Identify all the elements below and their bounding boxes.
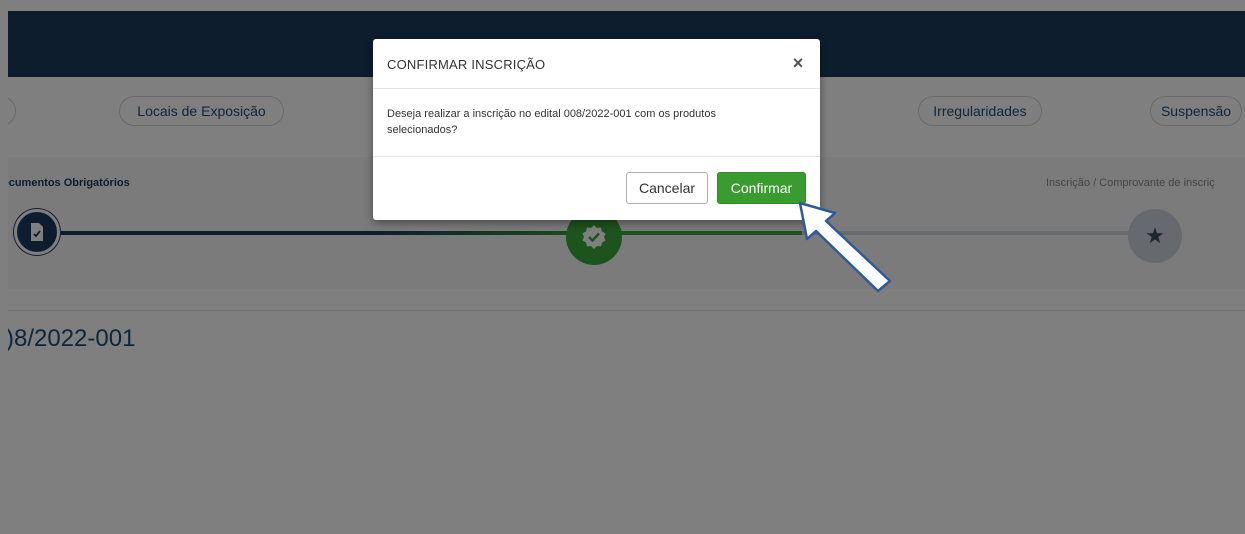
annotation-arrow-icon — [798, 201, 892, 293]
modal-message: Deseja realizar a inscrição no edital 00… — [387, 108, 716, 136]
close-icon[interactable]: × — [788, 53, 808, 73]
cancel-button[interactable]: Cancelar — [626, 172, 708, 204]
modal-title: CONFIRMAR INSCRIÇÃO — [387, 57, 546, 72]
confirm-modal: CONFIRMAR INSCRIÇÃO × Deseja realizar a … — [373, 39, 820, 220]
modal-header: CONFIRMAR INSCRIÇÃO × — [373, 39, 820, 89]
modal-footer: Cancelar Confirmar — [373, 157, 820, 220]
modal-body: Deseja realizar a inscrição no edital 00… — [373, 89, 820, 157]
